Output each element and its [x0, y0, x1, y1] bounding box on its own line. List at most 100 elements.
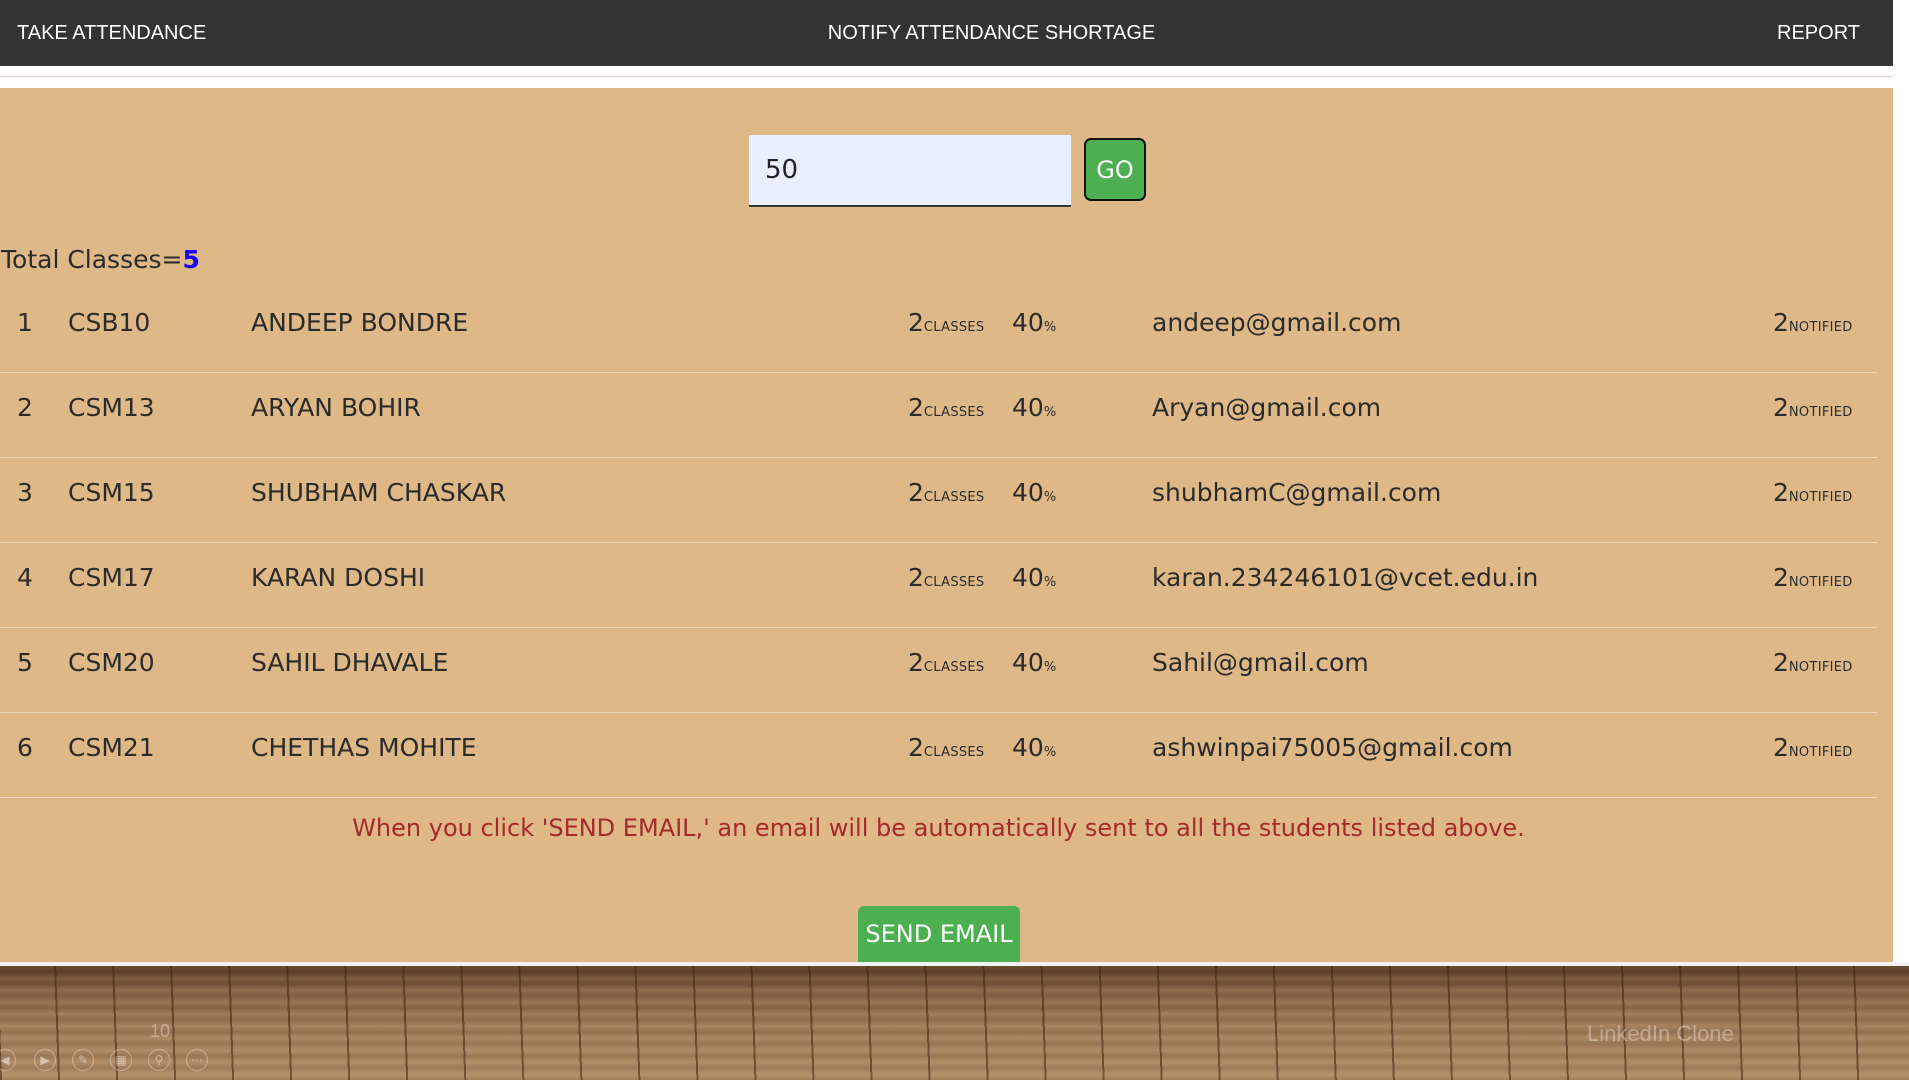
student-name: SHUBHAM CHASKAR: [251, 478, 507, 507]
zoom-icon[interactable]: ⚲: [148, 1049, 170, 1071]
attendance-percent: 40%: [1012, 733, 1056, 762]
student-email: andeep@gmail.com: [1152, 308, 1402, 337]
percent-unit: %: [1043, 490, 1057, 505]
percent-unit: %: [1043, 745, 1057, 760]
classes-attended: 2CLASSES: [908, 563, 985, 592]
classes-attended: 2CLASSES: [908, 308, 985, 337]
classes-value: 2: [908, 733, 924, 762]
pen-icon[interactable]: ✎: [72, 1049, 94, 1071]
classes-unit: CLASSES: [923, 320, 985, 335]
send-email-notice: When you click 'SEND EMAIL,' an email wi…: [352, 814, 1525, 842]
notified-count: 2NOTIFIED: [1773, 393, 1853, 422]
notified-count: 2NOTIFIED: [1773, 308, 1853, 337]
notified-value: 2: [1773, 393, 1789, 422]
nav-notify-attendance-shortage[interactable]: NOTIFY ATTENDANCE SHORTAGE: [0, 0, 1909, 66]
row-index: 2: [17, 393, 33, 422]
classes-attended: 2CLASSES: [908, 733, 985, 762]
more-icon[interactable]: ⋯: [186, 1049, 208, 1071]
notified-count: 2NOTIFIED: [1773, 478, 1853, 507]
divider: [0, 76, 1893, 77]
classes-unit: CLASSES: [923, 660, 985, 675]
go-button[interactable]: GO: [1084, 138, 1146, 201]
roll-number: CSM17: [68, 563, 155, 592]
notified-value: 2: [1773, 733, 1789, 762]
classes-unit: CLASSES: [923, 575, 985, 590]
row-index: 1: [17, 308, 33, 337]
student-email: Aryan@gmail.com: [1152, 393, 1382, 422]
table-row: 2 CSM13 ARYAN BOHIR 2CLASSES 40% Aryan@g…: [0, 373, 1877, 458]
classes-attended: 2CLASSES: [908, 478, 985, 507]
attendance-percent: 40%: [1012, 393, 1056, 422]
attendance-percent: 40%: [1012, 648, 1056, 677]
notified-count: 2NOTIFIED: [1773, 563, 1853, 592]
attendance-percent: 40%: [1012, 478, 1056, 507]
percent-value: 40: [1012, 393, 1044, 422]
classes-value: 2: [908, 308, 924, 337]
notified-unit: NOTIFIED: [1788, 660, 1853, 675]
next-icon[interactable]: ▶: [34, 1049, 56, 1071]
nav-report[interactable]: REPORT: [1777, 0, 1860, 66]
roll-number: CSM20: [68, 648, 155, 677]
notified-count: 2NOTIFIED: [1773, 648, 1853, 677]
total-classes-value: 5: [182, 245, 200, 274]
notified-value: 2: [1773, 308, 1789, 337]
slides-icon[interactable]: ▦: [110, 1049, 132, 1071]
attendance-percent: 40%: [1012, 308, 1056, 337]
student-name: KARAN DOSHI: [251, 563, 426, 592]
notified-count: 2NOTIFIED: [1773, 733, 1853, 762]
percent-value: 40: [1012, 563, 1044, 592]
classes-attended: 2CLASSES: [908, 393, 985, 422]
notified-value: 2: [1773, 563, 1789, 592]
student-email: Sahil@gmail.com: [1152, 648, 1369, 677]
classes-value: 2: [908, 563, 924, 592]
send-email-button[interactable]: SEND EMAIL: [858, 906, 1020, 962]
classes-unit: CLASSES: [923, 490, 985, 505]
table-row: 5 CSM20 SAHIL DHAVALE 2CLASSES 40% Sahil…: [0, 628, 1877, 713]
table-row: 6 CSM21 CHETHAS MOHITE 2CLASSES 40% ashw…: [0, 713, 1877, 798]
classes-unit: CLASSES: [923, 745, 985, 760]
table-row: 4 CSM17 KARAN DOSHI 2CLASSES 40% karan.2…: [0, 543, 1877, 628]
percent-unit: %: [1043, 405, 1057, 420]
classes-attended: 2CLASSES: [908, 648, 985, 677]
shortage-panel: GO Total Classes=5 1 CSB10 ANDEEP BONDRE…: [0, 88, 1893, 962]
percent-unit: %: [1043, 660, 1057, 675]
notified-value: 2: [1773, 478, 1789, 507]
table-row: 3 CSM15 SHUBHAM CHASKAR 2CLASSES 40% shu…: [0, 458, 1877, 543]
student-email: ashwinpai75005@gmail.com: [1152, 733, 1513, 762]
percent-value: 40: [1012, 478, 1044, 507]
student-name: CHETHAS MOHITE: [251, 733, 477, 762]
row-index: 4: [17, 563, 33, 592]
classes-value: 2: [908, 648, 924, 677]
notified-unit: NOTIFIED: [1788, 405, 1853, 420]
roll-number: CSB10: [68, 308, 151, 337]
student-name: ARYAN BOHIR: [251, 393, 421, 422]
row-index: 6: [17, 733, 33, 762]
row-index: 5: [17, 648, 33, 677]
notified-unit: NOTIFIED: [1788, 490, 1853, 505]
student-name: SAHIL DHAVALE: [251, 648, 449, 677]
threshold-input[interactable]: [749, 135, 1071, 207]
classes-unit: CLASSES: [923, 405, 985, 420]
total-classes-label: Total Classes=: [1, 245, 183, 274]
notified-unit: NOTIFIED: [1788, 575, 1853, 590]
row-index: 3: [17, 478, 33, 507]
percent-value: 40: [1012, 733, 1044, 762]
student-list: 1 CSB10 ANDEEP BONDRE 2CLASSES 40% andee…: [0, 288, 1877, 798]
percent-unit: %: [1043, 320, 1057, 335]
classes-value: 2: [908, 393, 924, 422]
percent-unit: %: [1043, 575, 1057, 590]
top-navigation: TAKE ATTENDANCE NOTIFY ATTENDANCE SHORTA…: [0, 0, 1893, 66]
slide-number: 10: [150, 1021, 171, 1041]
attendance-percent: 40%: [1012, 563, 1056, 592]
notified-value: 2: [1773, 648, 1789, 677]
slide-footer: LinkedIn Clone: [1587, 1021, 1734, 1046]
table-row: 1 CSB10 ANDEEP BONDRE 2CLASSES 40% andee…: [0, 288, 1877, 373]
student-email: karan.234246101@vcet.edu.in: [1152, 563, 1539, 592]
roll-number: CSM21: [68, 733, 155, 762]
percent-value: 40: [1012, 648, 1044, 677]
notified-unit: NOTIFIED: [1788, 320, 1853, 335]
total-classes: Total Classes=5: [1, 245, 200, 274]
roll-number: CSM13: [68, 393, 155, 422]
roll-number: CSM15: [68, 478, 155, 507]
student-email: shubhamC@gmail.com: [1152, 478, 1442, 507]
